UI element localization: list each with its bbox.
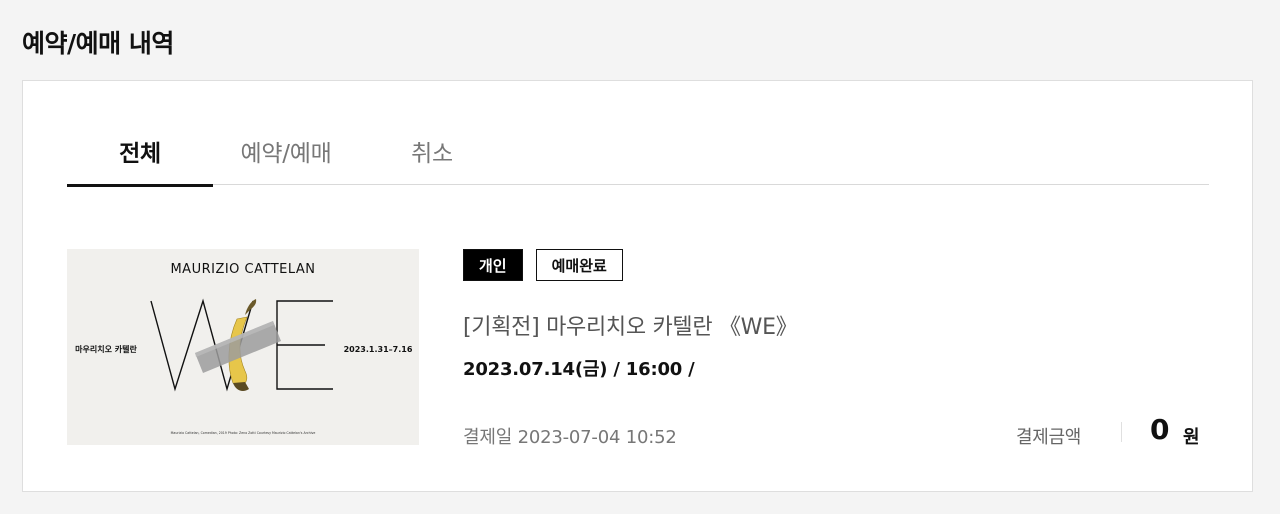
booking-status-badge: 예매완료	[535, 249, 623, 281]
payment-amount-value: 0	[1150, 413, 1170, 446]
amount-divider	[1121, 422, 1122, 442]
poster-korean-name: 마우리치오 카텔란	[75, 344, 137, 354]
payment-amount-label: 결제금액	[1016, 427, 1082, 448]
poster-dates: 2023.1.31–7.16	[344, 345, 413, 354]
exhibition-title[interactable]: [기획전] 마우리치오 카텔란 《WE》	[463, 309, 798, 341]
booking-type-badge: 개인	[463, 249, 523, 281]
poster-artist-name: MAURIZIO CATTELAN	[170, 262, 315, 277]
booking-badges: 개인 예매완료	[463, 249, 623, 281]
payment-date: 결제일 2023-07-04 10:52	[463, 427, 677, 448]
tab-cancelled[interactable]: 취소	[359, 116, 505, 185]
page-title: 예약/예매 내역	[22, 29, 174, 58]
exhibition-poster-thumbnail[interactable]: MAURIZIO CATTELAN 마우리치오 카텔란 2023.1.31–7.…	[67, 249, 419, 445]
tab-all[interactable]: 전체	[67, 116, 213, 187]
filter-tabs: 전체 예약/예매 취소	[67, 116, 1209, 187]
booking-history-card: 전체 예약/예매 취소 MAURIZIO CATTELAN 마우리치오 카텔란 …	[22, 80, 1253, 492]
tab-reservation[interactable]: 예약/예매	[213, 116, 359, 185]
payment-amount-unit: 원	[1183, 427, 1200, 448]
visit-schedule: 2023.07.14(금) / 16:00 /	[463, 359, 695, 380]
poster-credit: Maurizio Cattelan, Comedian, 2019 Photo:…	[171, 431, 316, 435]
